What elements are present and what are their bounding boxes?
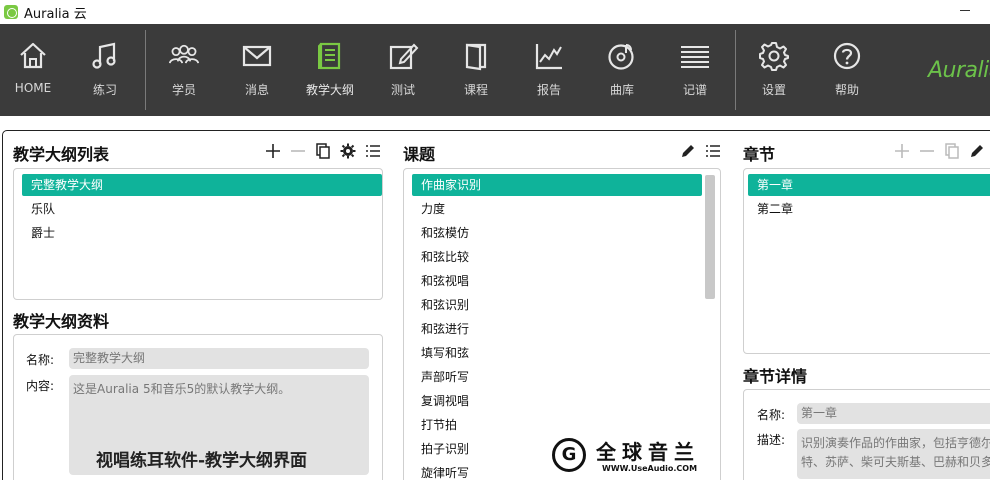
toolbar-item-courses[interactable]: 课程: [443, 24, 509, 116]
list-item[interactable]: 和弦视唱: [412, 270, 469, 292]
description-label: 描述:: [757, 433, 786, 447]
list-icon[interactable]: [365, 143, 381, 159]
watermark-text: 全球音兰: [596, 440, 700, 464]
list-item[interactable]: 复调视唱: [412, 390, 469, 412]
toolbar-label: 学员: [171, 83, 196, 97]
list-item[interactable]: 填写和弦: [412, 342, 469, 364]
description-line: 识别演奏作品的作曲家，包括亨德尔: [801, 436, 990, 450]
syllabus-icon: [318, 42, 341, 70]
name-label: 名称:: [26, 353, 55, 367]
description-line: 特、苏萨、柴可夫斯基、巴赫和贝多: [801, 455, 990, 469]
pencil-icon[interactable]: [680, 143, 696, 159]
music-note-icon: [92, 42, 116, 69]
list-item[interactable]: 和弦进行: [412, 318, 469, 340]
watermark-letter: G: [552, 438, 586, 472]
toolbar-divider: [145, 30, 146, 110]
list-item[interactable]: 第一章: [748, 174, 990, 196]
name-field[interactable]: 完整教学大纲: [69, 348, 369, 369]
list-item[interactable]: 和弦识别: [412, 294, 469, 316]
toolbar-label: 报告: [536, 83, 561, 97]
list-icon[interactable]: [705, 143, 721, 159]
app-logo-icon: [4, 5, 18, 19]
toolbar-item-students[interactable]: 学员: [151, 24, 217, 116]
toolbar-item-practice[interactable]: 练习: [72, 24, 138, 116]
watermark-url: WWW.UseAudio.COM: [602, 464, 698, 473]
toolbar-label: HOME: [14, 81, 52, 95]
toolbar-item-reports[interactable]: 报告: [516, 24, 582, 116]
remove-icon[interactable]: [290, 143, 306, 159]
pencil-icon[interactable]: [969, 143, 985, 159]
chapter-name-field[interactable]: 第一章: [797, 403, 990, 424]
name-label: 名称:: [757, 408, 786, 422]
notation-icon: [681, 46, 709, 68]
gear-icon: [759, 42, 789, 71]
add-icon[interactable]: [894, 143, 910, 159]
main-toolbar: HOME 练习 学员 消息 教学大纲 测试 课程 报告 曲库 记谱 设置 帮助 …: [0, 24, 990, 116]
list-item[interactable]: 第二章: [748, 198, 793, 220]
toolbar-label: 测试: [390, 83, 415, 97]
syllabus-list-title: 教学大纲列表: [13, 145, 110, 164]
toolbar-label: 记谱: [682, 83, 707, 97]
mail-icon: [242, 45, 272, 67]
toolbar-label: 帮助: [834, 83, 859, 97]
toolbar-item-tests[interactable]: 测试: [370, 24, 436, 116]
toolbar-label: 课程: [463, 83, 488, 97]
list-item[interactable]: 拍子识别: [412, 438, 469, 460]
help-icon: [833, 42, 861, 70]
syllabus-list-panel: 完整教学大纲 乐队 爵士: [13, 168, 383, 300]
chapters-list-panel: 第一章 第二章: [743, 168, 990, 354]
toolbar-item-notation[interactable]: 记谱: [662, 24, 728, 116]
minimize-button[interactable]: [960, 4, 972, 16]
watermark-logo: G 全球音兰 WWW.UseAudio.COM: [548, 434, 708, 476]
toolbar-item-home[interactable]: HOME: [0, 24, 66, 116]
list-item[interactable]: 作曲家识别: [412, 174, 702, 196]
topics-title: 课题: [403, 145, 436, 164]
syllabus-info-title: 教学大纲资料: [13, 312, 110, 331]
toolbar-item-music-library[interactable]: 曲库: [589, 24, 655, 116]
list-item[interactable]: 爵士: [22, 222, 382, 244]
copy-icon[interactable]: [315, 143, 331, 159]
toolbar-item-messages[interactable]: 消息: [224, 24, 290, 116]
toolbar-label: 消息: [244, 83, 269, 97]
toolbar-label: 设置: [761, 83, 786, 97]
chapter-details-title: 章节详情: [743, 367, 808, 386]
list-item[interactable]: 乐队: [22, 198, 382, 220]
remove-icon[interactable]: [919, 143, 935, 159]
chapters-title: 章节: [743, 145, 776, 164]
list-item[interactable]: 力度: [412, 198, 445, 220]
list-item[interactable]: 完整教学大纲: [22, 174, 382, 196]
report-chart-icon: [535, 44, 562, 70]
students-icon: [168, 44, 200, 64]
toolbar-item-help[interactable]: 帮助: [814, 24, 880, 116]
home-icon: [20, 42, 46, 69]
toolbar-item-settings[interactable]: 设置: [741, 24, 807, 116]
list-item[interactable]: 打节拍: [412, 414, 457, 436]
course-book-icon: [465, 43, 487, 71]
toolbar-label: 曲库: [609, 83, 634, 97]
title-bar: Auralia 云: [0, 0, 990, 24]
list-item[interactable]: 声部听写: [412, 366, 469, 388]
toolbar-label: 教学大纲: [305, 83, 354, 97]
music-library-icon: [608, 44, 634, 70]
overlay-caption: 视唱练耳软件-教学大纲界面: [96, 451, 308, 471]
window-title: Auralia 云: [24, 6, 87, 22]
gear-icon[interactable]: [340, 143, 356, 159]
content-label: 内容:: [26, 379, 55, 393]
edit-test-icon: [389, 43, 419, 70]
brand-logo: Auralia: [928, 58, 990, 83]
toolbar-label: 练习: [92, 83, 117, 97]
toolbar-item-syllabus[interactable]: 教学大纲: [297, 24, 363, 116]
chapter-description-field[interactable]: 识别演奏作品的作曲家，包括亨德尔 特、苏萨、柴可夫斯基、巴赫和贝多: [797, 429, 990, 479]
toolbar-divider: [735, 30, 736, 110]
add-icon[interactable]: [265, 143, 281, 159]
list-item[interactable]: 旋律听写: [412, 462, 469, 480]
copy-icon[interactable]: [944, 143, 960, 159]
scrollbar-thumb[interactable]: [705, 175, 715, 299]
list-item[interactable]: 和弦比较: [412, 246, 469, 268]
list-item[interactable]: 和弦模仿: [412, 222, 469, 244]
